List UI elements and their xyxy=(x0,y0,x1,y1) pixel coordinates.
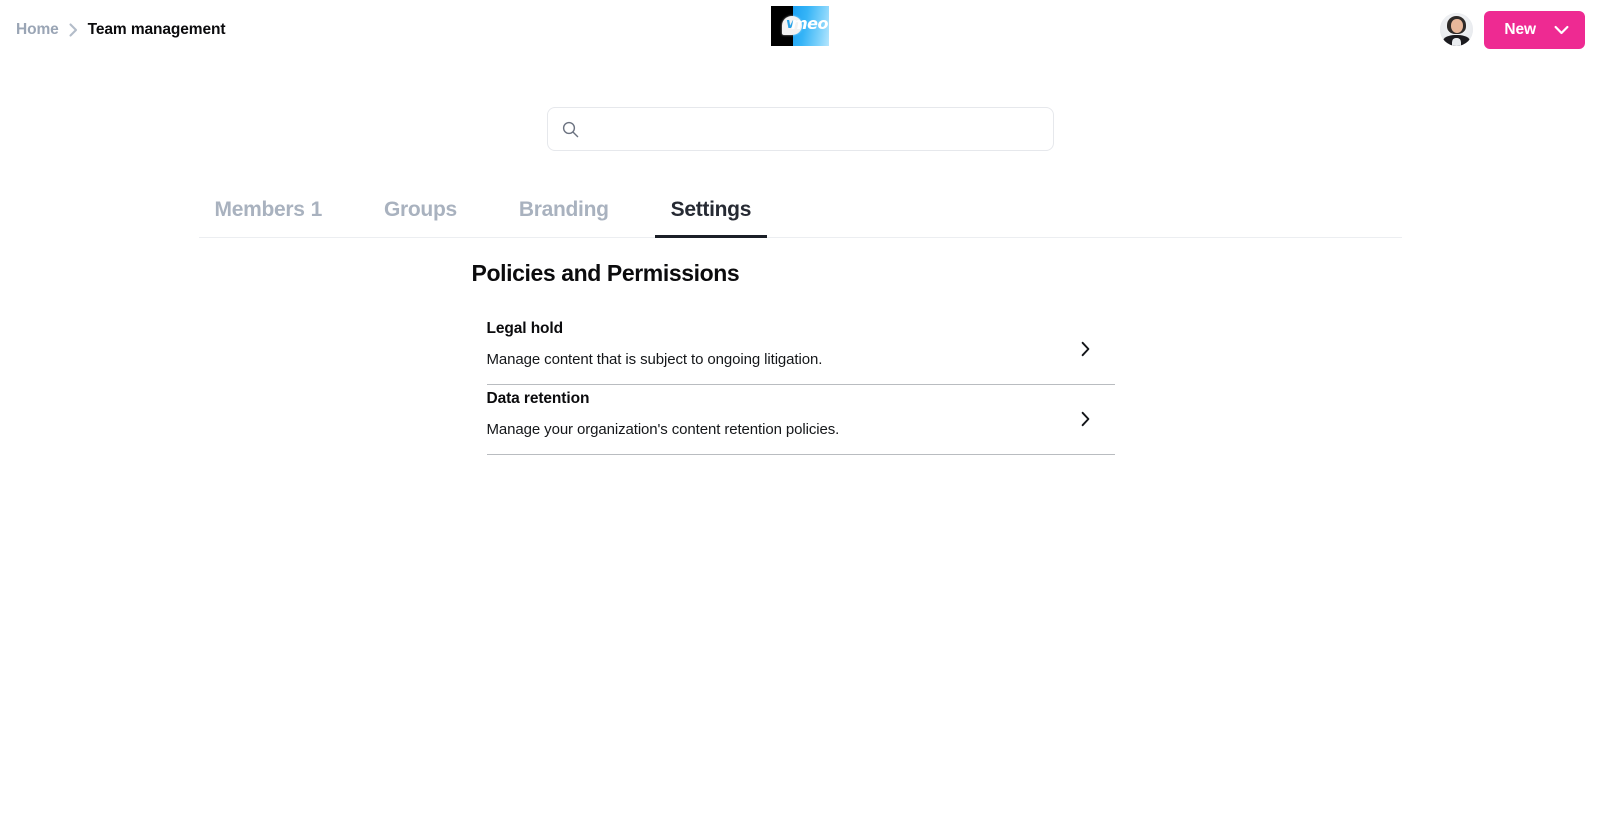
chevron-right-icon xyxy=(68,23,79,37)
policy-description: Manage content that is subject to ongoin… xyxy=(487,351,1115,368)
logo-wordmark: meo xyxy=(791,16,828,32)
chevron-right-icon[interactable] xyxy=(1080,411,1091,427)
top-bar: Home Team management v meo New xyxy=(0,0,1600,59)
policy-list: Legal hold Manage content that is subjec… xyxy=(487,315,1115,455)
chevron-right-icon[interactable] xyxy=(1080,341,1091,357)
chevron-down-icon xyxy=(1554,25,1569,35)
breadcrumb-current: Team management xyxy=(88,21,226,39)
user-avatar[interactable] xyxy=(1440,13,1473,46)
tab-groups[interactable]: Groups xyxy=(368,199,473,237)
avatar-face xyxy=(1451,19,1463,33)
tab-branding-label: Branding xyxy=(519,198,609,221)
policy-name: Legal hold xyxy=(487,320,1115,338)
policy-row-legal-hold[interactable]: Legal hold Manage content that is subjec… xyxy=(487,315,1115,385)
vimeo-logo[interactable]: v meo xyxy=(771,6,829,46)
tab-settings[interactable]: Settings xyxy=(655,199,767,237)
tab-settings-label: Settings xyxy=(671,198,751,221)
avatar-shirt xyxy=(1452,38,1461,46)
breadcrumb: Home Team management xyxy=(16,0,225,59)
search-row xyxy=(0,107,1600,151)
tab-groups-label: Groups xyxy=(384,198,457,221)
settings-panel: Policies and Permissions Legal hold Mana… xyxy=(199,238,1402,455)
policy-name: Data retention xyxy=(487,390,1115,408)
policy-description: Manage your organization's content reten… xyxy=(487,421,1115,438)
tab-members-label: Members xyxy=(215,198,305,221)
tab-bar: Members 1 Groups Branding Settings xyxy=(199,199,1402,238)
search-icon xyxy=(562,121,579,138)
page-title: Policies and Permissions xyxy=(472,260,1402,288)
tab-branding[interactable]: Branding xyxy=(503,199,625,237)
search-input[interactable] xyxy=(589,108,1039,150)
search-box[interactable] xyxy=(547,107,1054,151)
new-button[interactable]: New xyxy=(1484,11,1585,49)
tab-members-count: 1 xyxy=(311,198,322,221)
policy-row-data-retention[interactable]: Data retention Manage your organization'… xyxy=(487,385,1115,455)
new-button-label: New xyxy=(1504,21,1536,39)
top-bar-actions: New xyxy=(1440,0,1585,59)
tab-members[interactable]: Members 1 xyxy=(199,199,339,237)
breadcrumb-home-link[interactable]: Home xyxy=(16,21,59,39)
